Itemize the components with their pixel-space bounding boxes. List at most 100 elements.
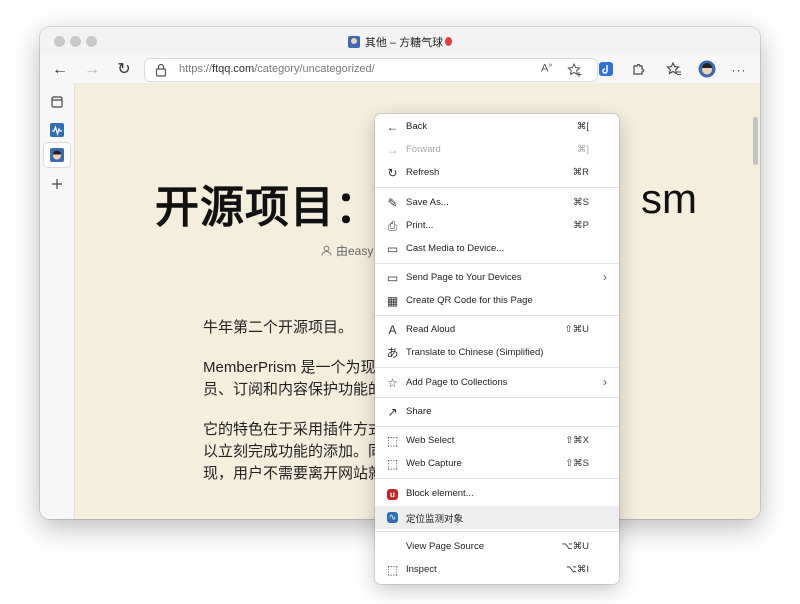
menu-label: Web Capture xyxy=(406,458,462,469)
paragraph-1: 牛年第二个开源项目。 xyxy=(203,319,354,336)
menu-item-cast-media[interactable]: ▭ Cast Media to Device... xyxy=(375,238,619,261)
menu-separator xyxy=(375,263,619,264)
context-menu: ← Back ⌘[ → Forward ⌘] ↻ Refresh ⌘R ✎ Sa… xyxy=(375,114,619,584)
inspect-icon: ⬚ xyxy=(386,563,399,577)
active-tab-highlight[interactable] xyxy=(44,143,70,167)
url-text[interactable]: https://ftqq.com/category/uncategorized/ xyxy=(179,63,375,75)
menu-label: Send Page to Your Devices xyxy=(406,272,522,283)
menu-label: Save As... xyxy=(406,197,449,208)
back-arrow-icon: ← xyxy=(52,61,68,78)
menu-shortcut: ⌘] xyxy=(576,144,589,155)
ublock-shield-icon: u xyxy=(387,489,398,500)
menu-item-locate-monitor[interactable]: ∿ 定位监测对象 xyxy=(375,506,619,529)
menu-item-share[interactable]: ↗ Share xyxy=(375,401,619,424)
web-select-icon: ⬚ xyxy=(386,434,399,448)
menu-item-web-capture[interactable]: ⬚ Web Capture ⇧⌘S xyxy=(375,453,619,476)
article-title-right: sm xyxy=(641,175,697,222)
menu-separator xyxy=(375,315,619,316)
lock-icon xyxy=(155,63,167,77)
menu-item-save-as[interactable]: ✎ Save As... ⌘S xyxy=(375,192,619,215)
menu-label: Refresh xyxy=(406,167,440,178)
more-menu-button[interactable]: ··· xyxy=(728,59,750,81)
paragraph-3: 它的特色在于采用插件方式 以立刻完成功能的添加。同 现，用户不需要离开网站就 xyxy=(203,419,383,485)
menu-item-back[interactable]: ← Back ⌘[ xyxy=(375,116,619,139)
page-scrollbar[interactable] xyxy=(752,83,760,519)
new-tab-icon[interactable] xyxy=(50,177,64,191)
menu-item-block-element[interactable]: u Block element... xyxy=(375,483,619,506)
menu-item-read-aloud[interactable]: A Read Aloud ⇧⌘U xyxy=(375,319,619,342)
title-bar: 其他 – 方糖气球 xyxy=(40,27,760,55)
menu-shortcut: ⌘R xyxy=(572,167,589,178)
submenu-chevron-icon: › xyxy=(603,270,607,284)
forward-arrow-icon: → xyxy=(84,61,100,78)
paragraph-3-line-3: 现，用户不需要离开网站就 xyxy=(203,465,384,482)
monitor-icon: ∿ xyxy=(387,512,398,523)
collections-icon: ☆ xyxy=(387,376,398,390)
paragraph-2: MemberPrism 是一个为现 员、订阅和内容保护功能的 xyxy=(203,357,383,401)
add-favorite-icon[interactable] xyxy=(567,62,583,78)
print-icon: ⎙ xyxy=(387,219,398,233)
site-tab-icon xyxy=(50,148,64,162)
menu-item-qr-code[interactable]: ▦ Create QR Code for this Page xyxy=(375,290,619,313)
back-button[interactable]: ← xyxy=(49,59,71,81)
share-icon: ↗ xyxy=(387,405,398,419)
translate-icon: あ xyxy=(386,346,399,360)
menu-label: Back xyxy=(406,121,428,132)
browser-toolbar: ← → ↻ https://ftqq.com/category/uncatego… xyxy=(40,55,760,83)
menu-item-print[interactable]: ⎙ Print... ⌘P xyxy=(375,215,619,238)
menu-separator xyxy=(375,187,619,188)
web-capture-icon: ⬚ xyxy=(386,457,399,471)
menu-label: Cast Media to Device... xyxy=(406,243,505,254)
vertical-tabs-sidebar xyxy=(40,83,75,519)
menu-item-view-source[interactable]: View Page Source ⌥⌘U xyxy=(375,536,619,559)
qr-code-icon: ▦ xyxy=(386,294,399,308)
devices-icon: ▭ xyxy=(386,271,399,285)
menu-shortcut: ⌘P xyxy=(573,220,589,231)
menu-item-refresh[interactable]: ↻ Refresh ⌘R xyxy=(375,162,619,185)
back-icon: ← xyxy=(386,120,399,134)
author-text[interactable]: 由easy xyxy=(336,244,373,258)
menu-item-translate[interactable]: あ Translate to Chinese (Simplified) xyxy=(375,342,619,365)
forward-button[interactable]: → xyxy=(81,59,103,81)
profile-avatar-icon[interactable] xyxy=(698,60,716,78)
user-icon xyxy=(321,245,332,256)
refresh-button[interactable]: ↻ xyxy=(113,59,135,81)
read-aloud-icon: A xyxy=(388,323,397,337)
article-author: 由easy xyxy=(321,242,373,259)
forward-icon: → xyxy=(386,143,399,157)
menu-item-send-page[interactable]: ▭ Send Page to Your Devices › xyxy=(375,267,619,290)
menu-label: Forward xyxy=(406,144,441,155)
menu-item-forward[interactable]: → Forward ⌘] xyxy=(375,139,619,162)
cast-icon: ▭ xyxy=(386,242,399,256)
address-bar[interactable]: https://ftqq.com/category/uncategorized/… xyxy=(144,58,598,82)
scrollbar-thumb[interactable] xyxy=(753,117,758,165)
menu-item-inspect[interactable]: ⬚ Inspect ⌥⌘I xyxy=(375,559,619,582)
extensions-icon[interactable] xyxy=(630,61,646,77)
tiktok-extension-icon[interactable] xyxy=(598,61,614,77)
refresh-icon: ↻ xyxy=(117,61,131,78)
menu-shortcut: ⇧⌘S xyxy=(565,458,589,469)
menu-separator xyxy=(375,397,619,398)
menu-separator xyxy=(375,478,619,479)
menu-separator xyxy=(375,367,619,368)
menu-shortcut: ⌥⌘U xyxy=(561,541,589,552)
read-aloud-icon[interactable]: A» xyxy=(541,62,552,75)
menu-shortcut: ⇧⌘X xyxy=(565,435,589,446)
paragraph-2-line-2: 员、订阅和内容保护功能的 xyxy=(203,381,384,398)
favorites-icon[interactable] xyxy=(666,61,682,77)
menu-shortcut: ⌥⌘I xyxy=(565,564,589,575)
tab-actions-icon[interactable] xyxy=(50,95,64,109)
monitor-tab-icon[interactable] xyxy=(50,123,64,137)
menu-label: Add Page to Collections xyxy=(406,377,508,388)
menu-item-add-to-collections[interactable]: ☆ Add Page to Collections › xyxy=(375,372,619,395)
article-title-left: 开源项目： xyxy=(155,183,380,232)
window-title-text: 其他 – 方糖气球 xyxy=(364,37,444,49)
menu-label: Block element... xyxy=(406,488,474,499)
paragraph-3-line-2: 以立刻完成功能的添加。同 xyxy=(203,443,384,460)
menu-item-web-select[interactable]: ⬚ Web Select ⇧⌘X xyxy=(375,430,619,453)
menu-label: Share xyxy=(406,406,432,417)
window-title: 其他 – 方糖气球 xyxy=(40,34,760,50)
balloon-icon xyxy=(445,37,453,46)
menu-label: Read Aloud xyxy=(406,324,456,335)
menu-shortcut: ⌘[ xyxy=(576,121,589,132)
